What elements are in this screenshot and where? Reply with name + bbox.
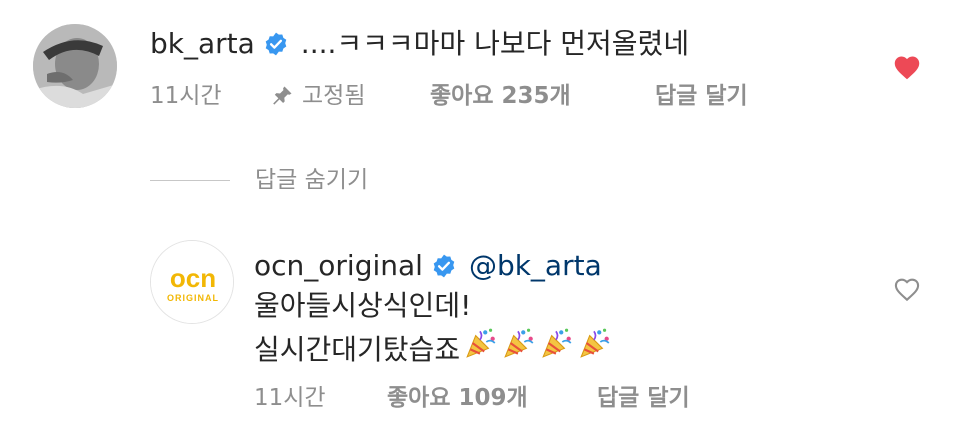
hide-replies-toggle[interactable]: 답글 숨기기: [150, 160, 368, 200]
ocn-logo-text: ocn: [170, 263, 216, 293]
avatar-ocn-original[interactable]: ocn ORIGINAL: [150, 240, 234, 324]
reply-reply-button[interactable]: 답글 달기: [597, 378, 690, 418]
comment-timestamp: 11시간: [150, 83, 222, 109]
avatar-photo: [33, 24, 117, 108]
reply-meta: 11시간 좋아요 109개 답글 달기: [254, 378, 690, 418]
avatar-bk-arta[interactable]: [33, 24, 117, 108]
ocn-logo: ocn ORIGINAL: [151, 241, 233, 323]
pinned-label: 고정됨: [302, 83, 366, 109]
reply-header: ocn_original @bk_arta: [254, 244, 602, 288]
reply-mention[interactable]: @bk_arta: [469, 244, 602, 288]
party-popper-icon: [466, 328, 496, 358]
reply-text-line2-row: 실시간대기탔습죠: [254, 326, 612, 373]
comment-meta: 11시간 고정됨 좋아요 235개 답글 달기: [150, 76, 748, 116]
divider-line: [150, 179, 230, 181]
party-popper-emojis: [460, 326, 612, 373]
reply-likes[interactable]: 좋아요 109개: [387, 378, 597, 418]
pin-icon: [273, 86, 292, 105]
reply-username[interactable]: ocn_original: [254, 244, 423, 288]
comment-text: ....ㅋㅋㅋ마마 나보다 먼저올렸네: [300, 27, 690, 60]
party-popper-icon: [580, 328, 610, 358]
ocn-logo-sub: ORIGINAL: [167, 293, 219, 303]
pinned-indicator: 고정됨: [270, 76, 430, 116]
comment-username[interactable]: bk_arta: [150, 22, 255, 66]
comment-thread: bk_arta ....ㅋㅋㅋ마마 나보다 먼저올렸네 11시간 고정됨 좋아요…: [0, 0, 960, 430]
verified-badge-icon: [265, 32, 287, 56]
party-popper-icon: [542, 328, 572, 358]
comment-body: bk_arta ....ㅋㅋㅋ마마 나보다 먼저올렸네: [150, 22, 689, 66]
party-popper-icon: [504, 328, 534, 358]
comment-likes[interactable]: 좋아요 235개: [430, 76, 655, 116]
reply-timestamp: 11시간: [254, 385, 326, 411]
heart-outline-icon[interactable]: [893, 276, 921, 302]
reply-text-line1: 울아들시상식인데!: [254, 289, 472, 322]
hide-replies-label[interactable]: 답글 숨기기: [255, 160, 368, 200]
verified-badge-icon: [433, 254, 455, 278]
reply-text-line2: 실시간대기탔습죠: [254, 332, 461, 366]
heart-filled-icon[interactable]: [893, 54, 921, 80]
comment-reply-button[interactable]: 답글 달기: [655, 76, 748, 116]
